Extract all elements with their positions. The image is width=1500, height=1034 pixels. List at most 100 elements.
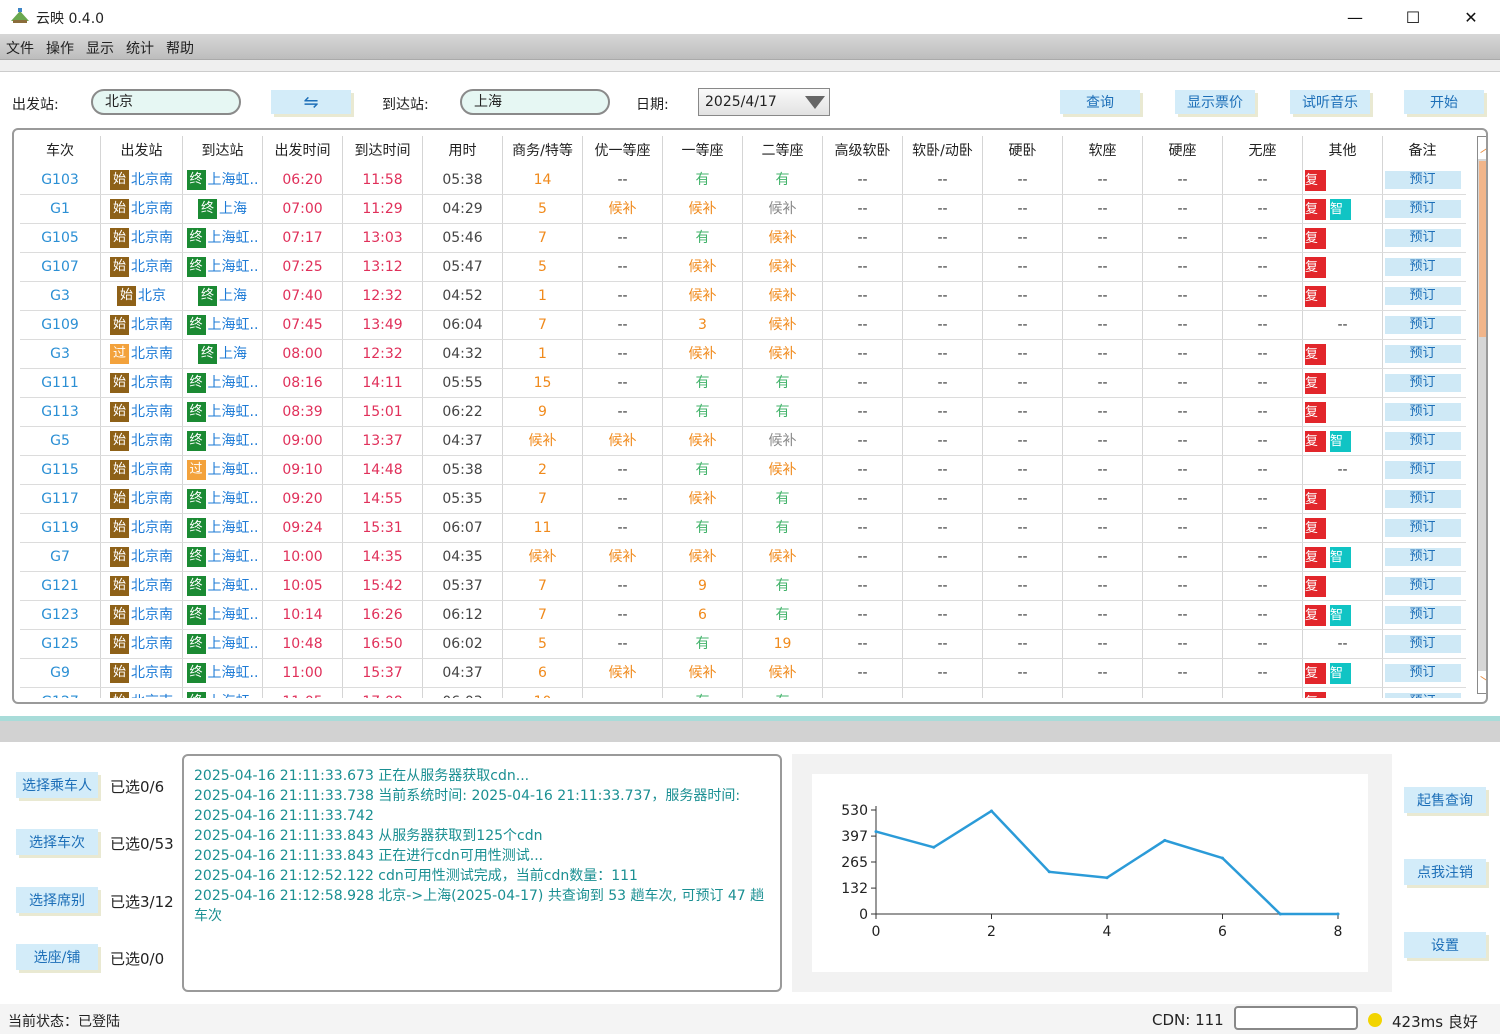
seat-cell-yw[interactable]: --: [982, 456, 1062, 484]
seat-cell-wz[interactable]: --: [1222, 543, 1302, 571]
seat-cell-sw[interactable]: 2: [502, 456, 582, 484]
select-train-button[interactable]: 选择车次: [16, 829, 98, 855]
seat-cell-wz[interactable]: --: [1222, 427, 1302, 455]
seat-cell-rz[interactable]: --: [1062, 659, 1142, 687]
scroll-down-icon[interactable]: ﹀: [1478, 671, 1486, 693]
seat-cell-sw[interactable]: 1: [502, 282, 582, 310]
seat-cell-yw[interactable]: --: [982, 688, 1062, 698]
seat-cell-sw[interactable]: 14: [502, 166, 582, 194]
presale-query-button[interactable]: 起售查询: [1404, 787, 1486, 813]
seat-cell-ydz[interactable]: 6: [662, 601, 742, 629]
column-header[interactable]: 二等座: [742, 136, 822, 166]
seat-cell-rz[interactable]: --: [1062, 572, 1142, 600]
seat-cell-yz[interactable]: --: [1142, 572, 1222, 600]
table-row[interactable]: G3 始北京终上海 07:40 12:32 04:52 1 -- 候补 候补 -- -- -- -- --…: [20, 282, 1466, 311]
seat-cell-yd[interactable]: --: [582, 340, 662, 368]
seat-cell-rz[interactable]: --: [1062, 485, 1142, 513]
table-row[interactable]: G5 始北京南终上海虹.. 09:00 13:37 04:37 候补 候补 候补 候补 -- -- -…: [20, 427, 1466, 456]
seat-cell-yw[interactable]: --: [982, 340, 1062, 368]
seat-cell-rw[interactable]: --: [902, 282, 982, 310]
seat-cell-wz[interactable]: --: [1222, 340, 1302, 368]
seat-cell-yz[interactable]: --: [1142, 398, 1222, 426]
table-row[interactable]: G123 始北京南终上海虹.. 10:14 16:26 06:12 7 -- 6 有 -- -- --…: [20, 601, 1466, 630]
seat-cell-gr[interactable]: --: [822, 659, 902, 687]
seat-cell-gr[interactable]: --: [822, 282, 902, 310]
table-row[interactable]: G119 始北京南终上海虹.. 09:24 15:31 06:07 11 -- 有有 -- -- -…: [20, 514, 1466, 543]
seat-cell-yz[interactable]: --: [1142, 514, 1222, 542]
seat-cell-edz[interactable]: 有: [742, 398, 822, 426]
seat-cell-edz[interactable]: 有: [742, 485, 822, 513]
table-row[interactable]: G121 始北京南终上海虹.. 10:05 15:42 05:37 7 -- 9 有 -- -- --…: [20, 572, 1466, 601]
train-number-cell[interactable]: G103: [20, 166, 100, 194]
seat-cell-yw[interactable]: --: [982, 282, 1062, 310]
table-row[interactable]: G1 始北京南终上海 07:00 11:29 04:29 5 候补 候补 候补 -- -- -- -- -…: [20, 195, 1466, 224]
book-button[interactable]: 预订: [1384, 229, 1461, 247]
seat-cell-yw[interactable]: --: [982, 253, 1062, 281]
seat-cell-rw[interactable]: --: [902, 166, 982, 194]
seat-cell-ydz[interactable]: 有: [662, 398, 742, 426]
menu-operate[interactable]: 操作: [46, 38, 74, 58]
seat-cell-rw[interactable]: --: [902, 601, 982, 629]
book-button[interactable]: 预订: [1384, 519, 1461, 537]
column-header[interactable]: 车次: [20, 136, 100, 166]
seat-cell-wz[interactable]: --: [1222, 369, 1302, 397]
seat-cell-yw[interactable]: --: [982, 543, 1062, 571]
seat-cell-yd[interactable]: --: [582, 630, 662, 658]
seat-cell-wz[interactable]: --: [1222, 398, 1302, 426]
seat-cell-rz[interactable]: --: [1062, 688, 1142, 698]
seat-cell-yd[interactable]: --: [582, 311, 662, 339]
seat-cell-yw[interactable]: --: [982, 514, 1062, 542]
seat-cell-wz[interactable]: --: [1222, 195, 1302, 223]
seat-cell-yz[interactable]: --: [1142, 485, 1222, 513]
scrollbar-thumb[interactable]: [1479, 161, 1486, 337]
seat-cell-wz[interactable]: --: [1222, 514, 1302, 542]
seat-cell-edz[interactable]: 有: [742, 166, 822, 194]
seat-cell-rz[interactable]: --: [1062, 427, 1142, 455]
table-row[interactable]: G103 始北京南终上海虹.. 06:20 11:58 05:38 14 -- 有有 -- -- -…: [20, 166, 1466, 195]
seat-cell-rz[interactable]: --: [1062, 543, 1142, 571]
seat-cell-rz[interactable]: --: [1062, 601, 1142, 629]
table-row[interactable]: G115 始北京南过上海虹.. 09:10 14:48 05:38 2 -- 有候补 -- -- -…: [20, 456, 1466, 485]
seat-cell-wz[interactable]: --: [1222, 224, 1302, 252]
column-header[interactable]: 软卧/动卧: [902, 136, 982, 166]
seat-cell-sw[interactable]: 候补: [502, 427, 582, 455]
seat-cell-ydz[interactable]: 候补: [662, 282, 742, 310]
seat-cell-yw[interactable]: --: [982, 659, 1062, 687]
book-button[interactable]: 预订: [1384, 316, 1461, 334]
seat-cell-rz[interactable]: --: [1062, 311, 1142, 339]
seat-cell-rz[interactable]: --: [1062, 195, 1142, 223]
seat-cell-edz[interactable]: 候补: [742, 427, 822, 455]
seat-cell-gr[interactable]: --: [822, 340, 902, 368]
book-button[interactable]: 预订: [1384, 461, 1461, 479]
seat-cell-edz[interactable]: 候补: [742, 253, 822, 281]
seat-cell-ydz[interactable]: 3: [662, 311, 742, 339]
seat-cell-edz[interactable]: 19: [742, 630, 822, 658]
book-button[interactable]: 预订: [1384, 258, 1461, 276]
seat-cell-gr[interactable]: --: [822, 601, 902, 629]
seat-cell-yd[interactable]: --: [582, 572, 662, 600]
book-button[interactable]: 预订: [1384, 606, 1461, 624]
seat-cell-rz[interactable]: --: [1062, 514, 1142, 542]
settings-button[interactable]: 设置: [1404, 932, 1486, 958]
seat-cell-rw[interactable]: --: [902, 224, 982, 252]
book-button[interactable]: 预订: [1384, 432, 1461, 450]
seat-cell-yw[interactable]: --: [982, 195, 1062, 223]
seat-cell-yw[interactable]: --: [982, 485, 1062, 513]
seat-cell-edz[interactable]: 候补: [742, 224, 822, 252]
train-number-cell[interactable]: G7: [20, 543, 100, 571]
seat-cell-edz[interactable]: 有: [742, 369, 822, 397]
table-row[interactable]: G111 始北京南终上海虹.. 08:16 14:11 05:55 15 -- 有有 -- -- -…: [20, 369, 1466, 398]
column-header[interactable]: 到达站: [182, 136, 262, 166]
menu-file[interactable]: 文件: [6, 38, 34, 58]
book-button[interactable]: 预订: [1384, 374, 1461, 392]
book-button[interactable]: 预订: [1384, 577, 1461, 595]
seat-cell-edz[interactable]: 候补: [742, 456, 822, 484]
seat-cell-sw[interactable]: 15: [502, 369, 582, 397]
column-header[interactable]: 无座: [1222, 136, 1302, 166]
to-station-input[interactable]: 上海: [460, 89, 610, 115]
seat-cell-yd[interactable]: 候补: [582, 427, 662, 455]
column-header[interactable]: 其他: [1302, 136, 1382, 166]
date-select[interactable]: 2025/4/17: [698, 88, 830, 116]
table-row[interactable]: G109 始北京南终上海虹.. 07:45 13:49 06:04 7 -- 3 候补 -- -- -…: [20, 311, 1466, 340]
seat-cell-wz[interactable]: --: [1222, 659, 1302, 687]
